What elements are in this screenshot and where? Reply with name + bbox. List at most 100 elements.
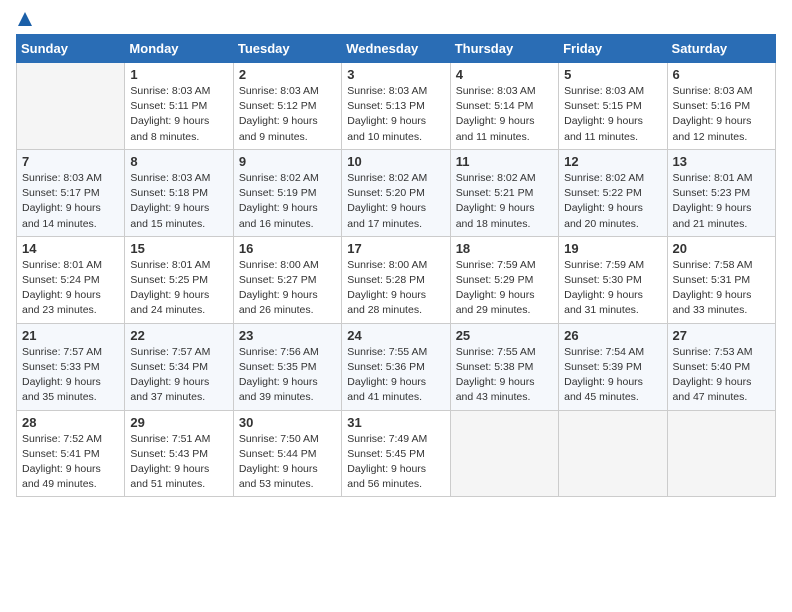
calendar-cell <box>450 410 558 497</box>
day-number: 31 <box>347 415 444 430</box>
weekday-header-tuesday: Tuesday <box>233 35 341 63</box>
day-number: 10 <box>347 154 444 169</box>
day-info: Sunrise: 7:54 AMSunset: 5:39 PMDaylight:… <box>564 345 661 406</box>
day-info: Sunrise: 8:01 AMSunset: 5:23 PMDaylight:… <box>673 171 770 232</box>
calendar-cell: 14 Sunrise: 8:01 AMSunset: 5:24 PMDayligh… <box>17 236 125 323</box>
day-number: 9 <box>239 154 336 169</box>
calendar-table: SundayMondayTuesdayWednesdayThursdayFrid… <box>16 34 776 497</box>
day-info: Sunrise: 7:59 AMSunset: 5:30 PMDaylight:… <box>564 258 661 319</box>
calendar-cell: 22 Sunrise: 7:57 AMSunset: 5:34 PMDayligh… <box>125 323 233 410</box>
calendar-cell: 18 Sunrise: 7:59 AMSunset: 5:29 PMDayligh… <box>450 236 558 323</box>
header <box>16 16 776 26</box>
day-number: 11 <box>456 154 553 169</box>
day-number: 20 <box>673 241 770 256</box>
calendar-cell: 8 Sunrise: 8:03 AMSunset: 5:18 PMDaylight… <box>125 149 233 236</box>
day-number: 5 <box>564 67 661 82</box>
day-info: Sunrise: 8:03 AMSunset: 5:16 PMDaylight:… <box>673 84 770 145</box>
day-info: Sunrise: 8:00 AMSunset: 5:28 PMDaylight:… <box>347 258 444 319</box>
logo-triangle-icon <box>18 12 32 26</box>
calendar-cell: 31 Sunrise: 7:49 AMSunset: 5:45 PMDayligh… <box>342 410 450 497</box>
day-number: 17 <box>347 241 444 256</box>
day-number: 16 <box>239 241 336 256</box>
day-info: Sunrise: 7:55 AMSunset: 5:38 PMDaylight:… <box>456 345 553 406</box>
calendar-cell: 21 Sunrise: 7:57 AMSunset: 5:33 PMDayligh… <box>17 323 125 410</box>
day-number: 3 <box>347 67 444 82</box>
calendar-cell: 2 Sunrise: 8:03 AMSunset: 5:12 PMDaylight… <box>233 63 341 150</box>
calendar-cell: 27 Sunrise: 7:53 AMSunset: 5:40 PMDayligh… <box>667 323 775 410</box>
calendar-cell: 15 Sunrise: 8:01 AMSunset: 5:25 PMDayligh… <box>125 236 233 323</box>
day-info: Sunrise: 7:57 AMSunset: 5:33 PMDaylight:… <box>22 345 119 406</box>
day-info: Sunrise: 8:03 AMSunset: 5:14 PMDaylight:… <box>456 84 553 145</box>
day-number: 28 <box>22 415 119 430</box>
day-info: Sunrise: 8:02 AMSunset: 5:19 PMDaylight:… <box>239 171 336 232</box>
day-info: Sunrise: 7:50 AMSunset: 5:44 PMDaylight:… <box>239 432 336 493</box>
day-number: 23 <box>239 328 336 343</box>
calendar-cell: 5Sunrise: 8:03 AMSunset: 5:15 PMDaylight… <box>559 63 667 150</box>
weekday-header-saturday: Saturday <box>667 35 775 63</box>
day-number: 18 <box>456 241 553 256</box>
day-info: Sunrise: 8:02 AMSunset: 5:22 PMDaylight:… <box>564 171 661 232</box>
calendar-cell: 10Sunrise: 8:02 AMSunset: 5:20 PMDayligh… <box>342 149 450 236</box>
day-number: 29 <box>130 415 227 430</box>
weekday-header-monday: Monday <box>125 35 233 63</box>
calendar-cell: 29 Sunrise: 7:51 AMSunset: 5:43 PMDayligh… <box>125 410 233 497</box>
calendar-cell: 13 Sunrise: 8:01 AMSunset: 5:23 PMDayligh… <box>667 149 775 236</box>
day-info: Sunrise: 8:03 AMSunset: 5:17 PMDaylight:… <box>22 171 119 232</box>
calendar-cell: 12 Sunrise: 8:02 AMSunset: 5:22 PMDayligh… <box>559 149 667 236</box>
calendar-cell: 25 Sunrise: 7:55 AMSunset: 5:38 PMDayligh… <box>450 323 558 410</box>
calendar-cell: 6Sunrise: 8:03 AMSunset: 5:16 PMDaylight… <box>667 63 775 150</box>
calendar-cell: 30Sunrise: 7:50 AMSunset: 5:44 PMDayligh… <box>233 410 341 497</box>
weekday-header-sunday: Sunday <box>17 35 125 63</box>
day-number: 21 <box>22 328 119 343</box>
day-info: Sunrise: 8:03 AMSunset: 5:11 PMDaylight:… <box>130 84 227 145</box>
calendar-cell: 7Sunrise: 8:03 AMSunset: 5:17 PMDaylight… <box>17 149 125 236</box>
logo <box>16 16 34 26</box>
day-number: 27 <box>673 328 770 343</box>
day-number: 8 <box>130 154 227 169</box>
day-number: 12 <box>564 154 661 169</box>
day-number: 22 <box>130 328 227 343</box>
calendar-cell: 3 Sunrise: 8:03 AMSunset: 5:13 PMDaylight… <box>342 63 450 150</box>
day-number: 2 <box>239 67 336 82</box>
calendar-cell: 17 Sunrise: 8:00 AMSunset: 5:28 PMDayligh… <box>342 236 450 323</box>
calendar-cell: 11 Sunrise: 8:02 AMSunset: 5:21 PMDayligh… <box>450 149 558 236</box>
day-number: 13 <box>673 154 770 169</box>
day-info: Sunrise: 7:53 AMSunset: 5:40 PMDaylight:… <box>673 345 770 406</box>
day-number: 19 <box>564 241 661 256</box>
calendar-cell: 19 Sunrise: 7:59 AMSunset: 5:30 PMDayligh… <box>559 236 667 323</box>
day-info: Sunrise: 7:49 AMSunset: 5:45 PMDaylight:… <box>347 432 444 493</box>
calendar-cell: 9 Sunrise: 8:02 AMSunset: 5:19 PMDaylight… <box>233 149 341 236</box>
calendar-cell <box>667 410 775 497</box>
day-info: Sunrise: 8:01 AMSunset: 5:24 PMDaylight:… <box>22 258 119 319</box>
day-info: Sunrise: 7:51 AMSunset: 5:43 PMDaylight:… <box>130 432 227 493</box>
calendar-cell: 4 Sunrise: 8:03 AMSunset: 5:14 PMDaylight… <box>450 63 558 150</box>
day-info: Sunrise: 8:02 AMSunset: 5:21 PMDaylight:… <box>456 171 553 232</box>
day-info: Sunrise: 7:59 AMSunset: 5:29 PMDaylight:… <box>456 258 553 319</box>
day-number: 1 <box>130 67 227 82</box>
calendar-cell <box>559 410 667 497</box>
calendar-cell: 1 Sunrise: 8:03 AMSunset: 5:11 PMDaylight… <box>125 63 233 150</box>
day-info: Sunrise: 8:03 AMSunset: 5:13 PMDaylight:… <box>347 84 444 145</box>
day-info: Sunrise: 7:56 AMSunset: 5:35 PMDaylight:… <box>239 345 336 406</box>
weekday-header-friday: Friday <box>559 35 667 63</box>
day-info: Sunrise: 8:03 AMSunset: 5:18 PMDaylight:… <box>130 171 227 232</box>
calendar-cell: 28 Sunrise: 7:52 AMSunset: 5:41 PMDayligh… <box>17 410 125 497</box>
calendar-cell: 26 Sunrise: 7:54 AMSunset: 5:39 PMDayligh… <box>559 323 667 410</box>
day-info: Sunrise: 8:01 AMSunset: 5:25 PMDaylight:… <box>130 258 227 319</box>
day-number: 14 <box>22 241 119 256</box>
day-number: 4 <box>456 67 553 82</box>
calendar-cell: 16 Sunrise: 8:00 AMSunset: 5:27 PMDayligh… <box>233 236 341 323</box>
weekday-header-thursday: Thursday <box>450 35 558 63</box>
day-info: Sunrise: 7:57 AMSunset: 5:34 PMDaylight:… <box>130 345 227 406</box>
day-info: Sunrise: 8:03 AMSunset: 5:12 PMDaylight:… <box>239 84 336 145</box>
day-number: 15 <box>130 241 227 256</box>
calendar-cell <box>17 63 125 150</box>
day-info: Sunrise: 7:52 AMSunset: 5:41 PMDaylight:… <box>22 432 119 493</box>
day-number: 24 <box>347 328 444 343</box>
day-number: 25 <box>456 328 553 343</box>
calendar-cell: 23 Sunrise: 7:56 AMSunset: 5:35 PMDayligh… <box>233 323 341 410</box>
calendar-cell: 24Sunrise: 7:55 AMSunset: 5:36 PMDayligh… <box>342 323 450 410</box>
day-info: Sunrise: 8:00 AMSunset: 5:27 PMDaylight:… <box>239 258 336 319</box>
weekday-header-wednesday: Wednesday <box>342 35 450 63</box>
day-number: 26 <box>564 328 661 343</box>
